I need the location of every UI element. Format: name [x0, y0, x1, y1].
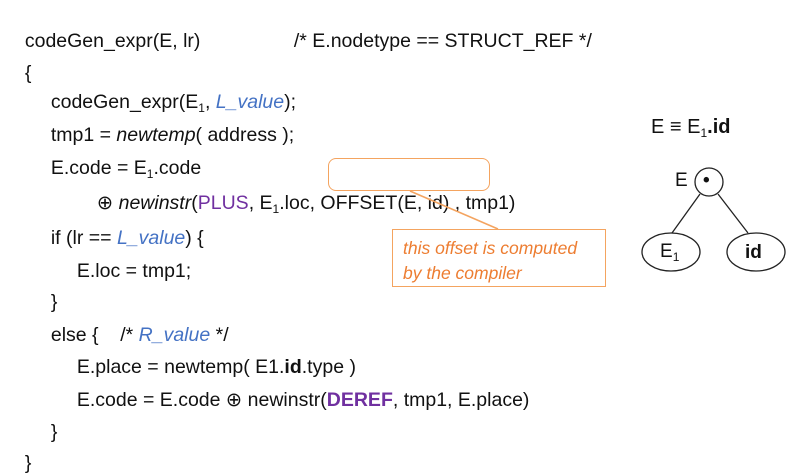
callout-connector	[409, 190, 499, 230]
tree-root-label: E	[675, 170, 688, 191]
callout-line-1: this offset is computed	[403, 238, 578, 258]
tree-edge-right	[717, 193, 749, 234]
tree-root-symbol: •	[703, 170, 710, 191]
callout-line-2: by the compiler	[403, 263, 522, 283]
equiv-text: E ≡ E	[651, 116, 701, 138]
compiler-offset-callout: this offset is computed by the compiler	[392, 229, 606, 287]
tree-left-label: E1	[660, 241, 679, 263]
tree-edge-left	[671, 193, 701, 234]
equivalence-expression: E ≡ E1.id	[651, 116, 731, 139]
tree-right-label: id	[745, 242, 762, 263]
left-child-text: E	[660, 241, 673, 262]
equiv-id: id	[712, 116, 731, 138]
subscript: 1	[672, 250, 680, 264]
